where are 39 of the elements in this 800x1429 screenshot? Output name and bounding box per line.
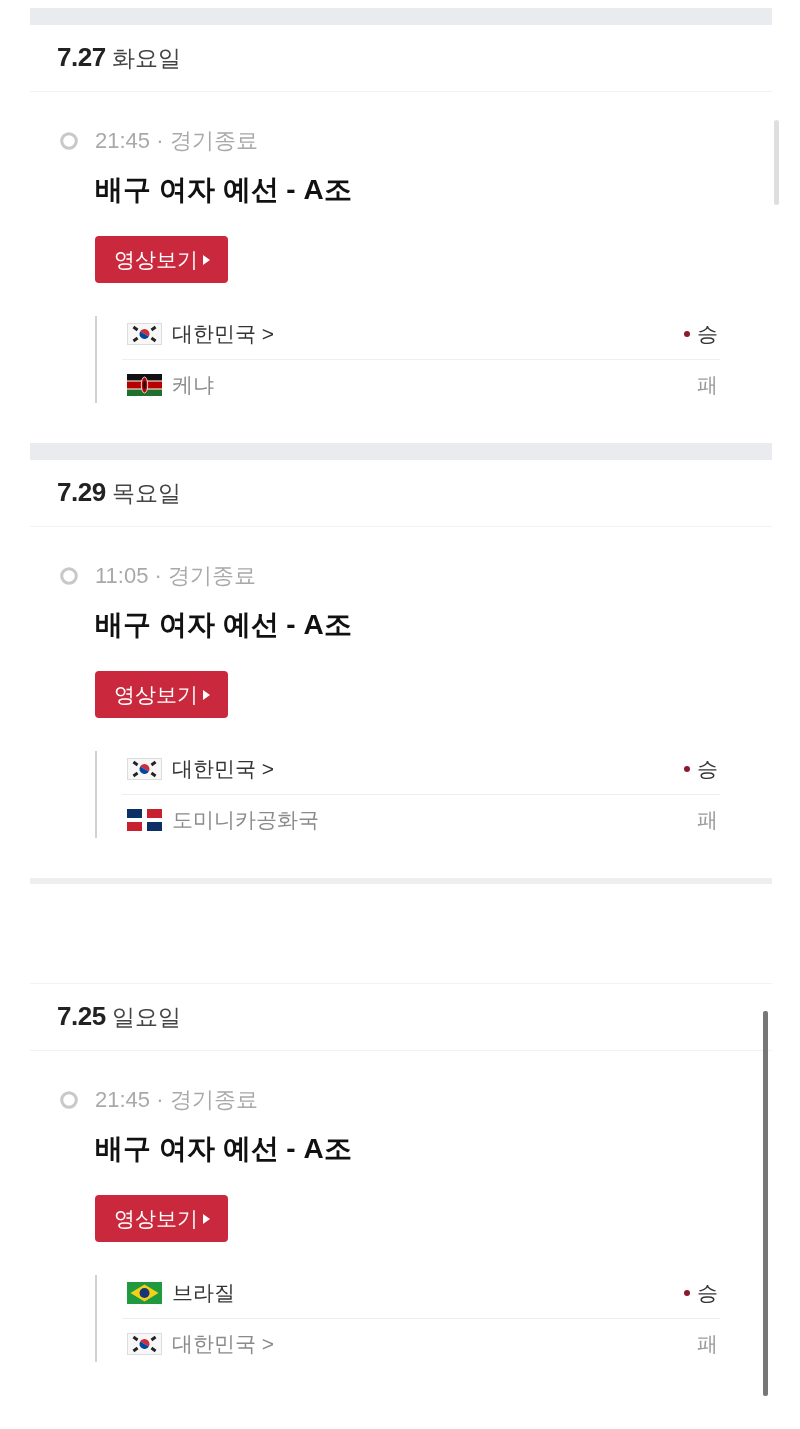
match-title: 배구 여자 예선 - A조 xyxy=(95,608,352,642)
match-time-status: 21:45 · 경기종료 xyxy=(95,127,258,155)
caret-icon xyxy=(202,689,210,700)
watch-video-button[interactable]: 영상보기 xyxy=(95,236,228,283)
flag-icon xyxy=(127,374,162,396)
team-link[interactable]: 대한민국 > xyxy=(172,320,275,348)
date-label: 7.27 xyxy=(57,42,106,73)
weekday-label: 목요일 xyxy=(111,479,181,508)
team-name: 도미니카공화국 xyxy=(172,807,319,833)
status-ring-icon xyxy=(60,1091,78,1109)
flag-icon xyxy=(127,323,162,345)
result-label: 승 xyxy=(697,756,718,782)
team-name: 브라질 xyxy=(172,1280,235,1306)
match-title: 배구 여자 예선 - A조 xyxy=(95,1132,352,1166)
flag-icon xyxy=(127,758,162,780)
flag-icon xyxy=(127,1333,162,1355)
team-link[interactable]: 대한민국 > xyxy=(172,1330,275,1358)
flag-icon xyxy=(127,809,162,831)
result-label: 승 xyxy=(697,321,718,347)
result-label: 승 xyxy=(697,1280,718,1306)
caret-icon xyxy=(202,254,210,265)
result-label: 패 xyxy=(697,807,718,833)
match-time-status: 11:05 · 경기종료 xyxy=(95,562,256,590)
team-name: 케냐 xyxy=(172,372,214,398)
weekday-label: 화요일 xyxy=(111,44,181,73)
watch-video-button[interactable]: 영상보기 xyxy=(95,1195,228,1242)
match-title: 배구 여자 예선 - A조 xyxy=(95,173,352,207)
team-link[interactable]: 대한민국 > xyxy=(172,755,275,783)
status-ring-icon xyxy=(60,132,78,150)
flag-icon xyxy=(127,1282,162,1304)
result-label: 패 xyxy=(697,372,718,398)
caret-icon xyxy=(202,1213,210,1224)
weekday-label: 일요일 xyxy=(111,1003,181,1032)
result-label: 패 xyxy=(697,1331,718,1357)
match-time-status: 21:45 · 경기종료 xyxy=(95,1086,258,1114)
watch-video-button[interactable]: 영상보기 xyxy=(95,671,228,718)
date-label: 7.25 xyxy=(57,1001,106,1032)
status-ring-icon xyxy=(60,567,78,585)
date-label: 7.29 xyxy=(57,477,106,508)
